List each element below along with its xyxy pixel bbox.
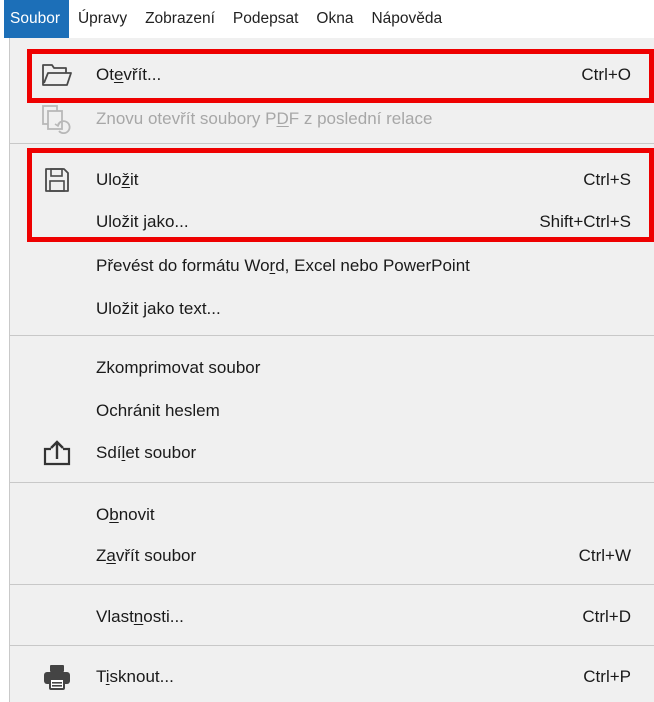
menu-separator <box>10 645 654 646</box>
menu-separator <box>10 482 654 483</box>
menu-item-shortcut: Ctrl+O <box>581 65 631 84</box>
menu-item-reopen-recent: Znovu otevřít soubory PDF z poslední rel… <box>10 98 654 140</box>
menu-item-protect-password[interactable]: Ochránit heslem <box>10 390 654 432</box>
menu-item-open[interactable]: Otevřít... Ctrl+O <box>10 54 654 96</box>
menu-item-save[interactable]: Uložit Ctrl+S <box>10 159 654 201</box>
menubar-item-napoveda[interactable]: Nápověda <box>362 0 451 38</box>
menu-item-refresh[interactable]: Obnovit <box>10 494 654 536</box>
menu-separator <box>10 143 654 144</box>
menu-item-label: Sdílet soubor <box>96 443 197 462</box>
menu-item-close-file[interactable]: Zavřít soubor Ctrl+W <box>10 535 654 577</box>
menu-item-save-as-text[interactable]: Uložit jako text... <box>10 288 654 330</box>
menu-item-label: Tisknout... <box>96 667 174 686</box>
menu-item-label: Obnovit <box>96 505 155 524</box>
menu-item-shortcut: Ctrl+W <box>578 546 631 565</box>
menu-item-label: Vlastnosti... <box>96 607 184 626</box>
menu-bar: Soubor Úpravy Zobrazení Podepsat Okna Ná… <box>0 0 654 38</box>
menu-item-label: Zavřít soubor <box>96 546 197 565</box>
menu-item-label: Převést do formátu Word, Excel nebo Powe… <box>96 256 470 275</box>
menu-item-label: Zkomprimovat soubor <box>96 358 261 377</box>
save-disk-icon <box>40 163 74 197</box>
menu-item-print[interactable]: Tisknout... Ctrl+P <box>10 656 654 698</box>
menu-item-label: Znovu otevřít soubory PDF z poslední rel… <box>96 109 433 128</box>
menu-item-export-office[interactable]: Převést do formátu Word, Excel nebo Powe… <box>10 245 654 287</box>
menu-item-shortcut: Shift+Ctrl+S <box>539 212 631 231</box>
menu-item-properties[interactable]: Vlastnosti... Ctrl+D <box>10 596 654 638</box>
menu-item-label: Uložit jako text... <box>96 299 221 318</box>
file-menu-dropdown: Otevřít... Ctrl+O Znovu otevřít soubory … <box>9 38 654 702</box>
menubar-item-upravy[interactable]: Úpravy <box>69 0 136 38</box>
menu-item-shortcut: Ctrl+S <box>583 170 631 189</box>
open-folder-icon <box>40 58 74 92</box>
menu-item-share[interactable]: Sdílet soubor <box>10 432 654 474</box>
menubar-item-okna[interactable]: Okna <box>307 0 362 38</box>
menu-item-label: Otevřít... <box>96 65 162 84</box>
share-icon <box>40 436 74 470</box>
reopen-files-icon <box>40 102 74 136</box>
menu-item-compress[interactable]: Zkomprimovat soubor <box>10 347 654 389</box>
menu-item-label: Uložit jako... <box>96 212 189 231</box>
menu-item-shortcut: Ctrl+P <box>583 667 631 686</box>
menubar-item-zobrazeni[interactable]: Zobrazení <box>136 0 224 38</box>
menu-item-shortcut: Ctrl+D <box>582 607 631 626</box>
menu-separator <box>10 584 654 585</box>
menubar-item-soubor[interactable]: Soubor <box>4 0 69 38</box>
menu-item-label: Ochránit heslem <box>96 401 220 420</box>
menubar-item-podepsat[interactable]: Podepsat <box>224 0 308 38</box>
menu-item-save-as[interactable]: Uložit jako... Shift+Ctrl+S <box>10 201 654 243</box>
printer-icon <box>40 660 74 694</box>
menu-item-label: Uložit <box>96 170 139 189</box>
menu-separator <box>10 335 654 336</box>
